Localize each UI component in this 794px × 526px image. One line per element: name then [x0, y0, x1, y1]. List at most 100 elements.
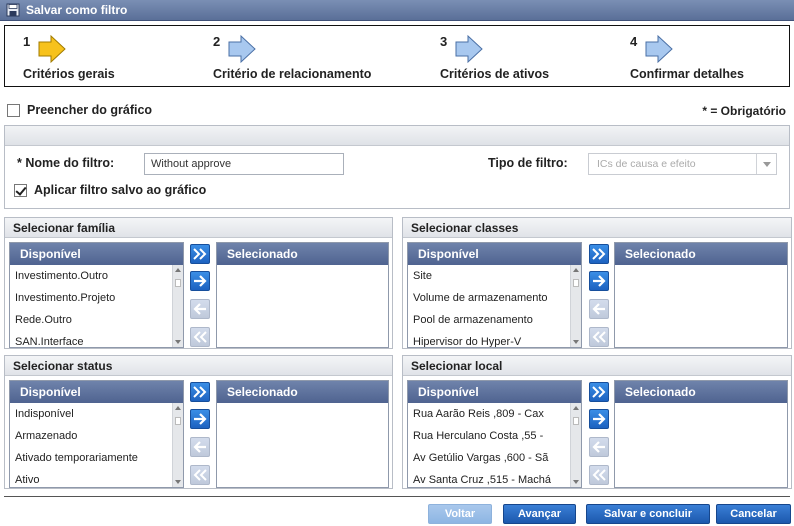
- scrollbar[interactable]: [570, 403, 581, 487]
- step-number: 4: [630, 34, 638, 49]
- panel-select-classes: Selecionar classes Disponível Site Volum…: [402, 217, 792, 349]
- list-item[interactable]: Investimento.Outro: [10, 265, 183, 287]
- step-label: Critérios de ativos: [440, 67, 550, 81]
- move-left-button[interactable]: [589, 437, 609, 457]
- list-item[interactable]: Hipervisor do Hyper-V: [408, 331, 581, 347]
- double-arrow-left-icon: [592, 469, 606, 481]
- window-title: Salvar como filtro: [26, 3, 128, 17]
- filter-section-header: [5, 126, 789, 146]
- move-all-left-button[interactable]: [589, 465, 609, 485]
- filter-type-value: ICs de causa e efeito: [597, 158, 696, 170]
- next-button[interactable]: Avançar: [503, 504, 576, 524]
- move-left-button[interactable]: [589, 299, 609, 319]
- family-selected-list[interactable]: Selecionado: [216, 242, 389, 348]
- move-all-left-button[interactable]: [190, 327, 210, 347]
- move-all-left-button[interactable]: [190, 465, 210, 485]
- move-right-button[interactable]: [190, 409, 210, 429]
- move-all-right-button[interactable]: [190, 244, 210, 264]
- list-item[interactable]: Ativo: [10, 469, 183, 487]
- location-selected-list[interactable]: Selecionado: [614, 380, 788, 488]
- step-arrow-icon: [644, 34, 674, 67]
- step-number: 1: [23, 34, 31, 49]
- list-item[interactable]: Av Getúlio Vargas ,600 - Sã: [408, 447, 581, 469]
- arrow-right-icon: [194, 413, 207, 425]
- fill-from-chart-label: Preencher do gráfico: [27, 103, 153, 117]
- list-header: Selecionado: [217, 243, 388, 265]
- move-left-button[interactable]: [190, 299, 210, 319]
- window-title-bar: Salvar como filtro: [0, 0, 794, 21]
- apply-filter-checkbox[interactable]: [14, 183, 27, 197]
- fill-from-chart-checkbox[interactable]: [7, 103, 20, 117]
- move-left-button[interactable]: [190, 437, 210, 457]
- required-note: * = Obrigatório: [702, 104, 786, 118]
- classes-selected-list[interactable]: Selecionado: [614, 242, 788, 348]
- list-header: Selecionado: [217, 381, 388, 403]
- double-arrow-left-icon: [592, 331, 606, 343]
- arrow-left-icon: [592, 441, 605, 453]
- arrow-left-icon: [193, 441, 206, 453]
- move-all-left-button[interactable]: [589, 327, 609, 347]
- list-item[interactable]: Rua Herculano Costa ,55 -: [408, 425, 581, 447]
- list-item[interactable]: Volume de armazenamento: [408, 287, 581, 309]
- scrollbar[interactable]: [172, 265, 183, 347]
- list-header: Selecionado: [615, 243, 787, 265]
- list-item[interactable]: Rua Aarão Reis ,809 - Cax: [408, 403, 581, 425]
- panel-title: Selecionar família: [5, 218, 392, 238]
- list-item[interactable]: Ativado temporariamente: [10, 447, 183, 469]
- scrollbar[interactable]: [570, 265, 581, 347]
- cancel-button[interactable]: Cancelar: [716, 504, 791, 524]
- list-item[interactable]: Investimento.Projeto: [10, 287, 183, 309]
- filter-name-input[interactable]: [144, 153, 344, 175]
- save-icon: [6, 3, 20, 17]
- wizard-steps: 1 Critérios gerais 2 Critério de relacio…: [4, 25, 790, 87]
- double-arrow-left-icon: [193, 469, 207, 481]
- list-item[interactable]: Pool de armazenamento: [408, 309, 581, 331]
- arrow-left-icon: [193, 303, 206, 315]
- classes-available-list[interactable]: Disponível Site Volume de armazenamento …: [407, 242, 582, 348]
- move-right-button[interactable]: [589, 409, 609, 429]
- chevron-down-icon[interactable]: [756, 154, 776, 174]
- list-item[interactable]: SAN.Interface: [10, 331, 183, 347]
- move-all-right-button[interactable]: [589, 382, 609, 402]
- filter-type-select[interactable]: ICs de causa e efeito: [588, 153, 777, 175]
- panel-select-status: Selecionar status Disponível Indisponíve…: [4, 355, 393, 489]
- list-item[interactable]: Indisponível: [10, 403, 183, 425]
- list-header: Selecionado: [615, 381, 787, 403]
- list-item[interactable]: Site: [408, 265, 581, 287]
- footer-divider: [4, 496, 790, 497]
- back-button[interactable]: Voltar: [428, 504, 492, 524]
- save-and-finish-button[interactable]: Salvar e concluir: [586, 504, 710, 524]
- filter-name-label: * Nome do filtro:: [17, 156, 115, 170]
- list-header: Disponível: [10, 381, 183, 403]
- list-item[interactable]: Rede.Outro: [10, 309, 183, 331]
- move-all-right-button[interactable]: [190, 382, 210, 402]
- double-arrow-right-icon: [193, 386, 207, 398]
- arrow-left-icon: [592, 303, 605, 315]
- panel-title: Selecionar local: [403, 356, 791, 376]
- list-header: Disponível: [408, 243, 581, 265]
- list-item[interactable]: Av Santa Cruz ,515 - Machá: [408, 469, 581, 487]
- move-all-right-button[interactable]: [589, 244, 609, 264]
- double-arrow-right-icon: [592, 248, 606, 260]
- step-number: 2: [213, 34, 221, 49]
- list-item[interactable]: Armazenado: [10, 425, 183, 447]
- panel-title: Selecionar classes: [403, 218, 791, 238]
- step-arrow-icon: [227, 34, 257, 67]
- list-header: Disponível: [10, 243, 183, 265]
- move-right-button[interactable]: [190, 271, 210, 291]
- filter-type-label: Tipo de filtro:: [488, 156, 568, 170]
- move-right-button[interactable]: [589, 271, 609, 291]
- step-number: 3: [440, 34, 448, 49]
- step-label: Critério de relacionamento: [213, 67, 372, 81]
- status-available-list[interactable]: Disponível Indisponível Armazenado Ativa…: [9, 380, 184, 488]
- list-header: Disponível: [408, 381, 581, 403]
- arrow-right-icon: [593, 275, 606, 287]
- family-available-list[interactable]: Disponível Investimento.Outro Investimen…: [9, 242, 184, 348]
- location-available-list[interactable]: Disponível Rua Aarão Reis ,809 - Cax Rua…: [407, 380, 582, 488]
- double-arrow-right-icon: [193, 248, 207, 260]
- step-arrow-active-icon: [37, 34, 67, 67]
- panel-title: Selecionar status: [5, 356, 392, 376]
- status-selected-list[interactable]: Selecionado: [216, 380, 389, 488]
- apply-filter-row: Aplicar filtro salvo ao gráfico: [14, 183, 206, 197]
- scrollbar[interactable]: [172, 403, 183, 487]
